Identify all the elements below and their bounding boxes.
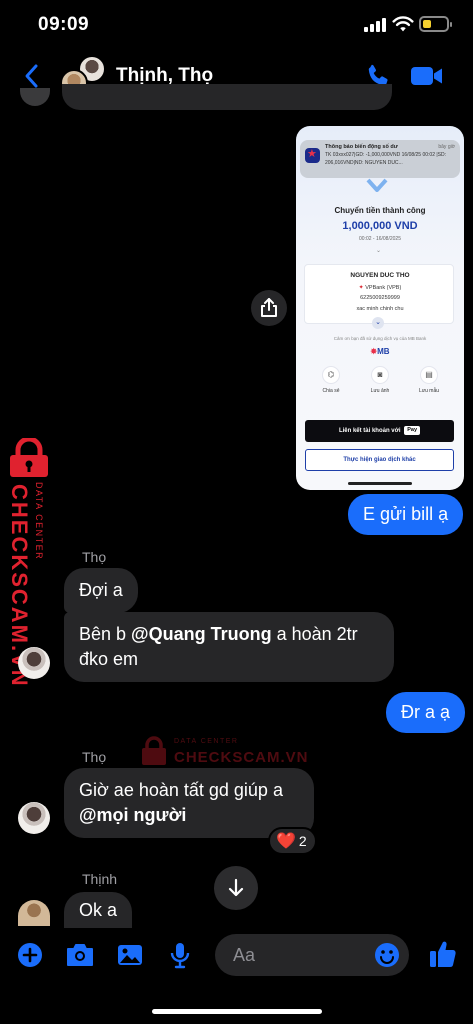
wifi-icon [392,16,414,32]
payee-note: xac minh chinh chu [356,306,404,312]
mention-tag[interactable]: @Quang Truong [131,624,272,644]
message-bubble-incoming[interactable]: Bên b @Quang Truong a hoàn 2tr đko em [64,612,394,682]
input-placeholder: Aa [233,945,256,965]
share-button[interactable] [251,290,287,326]
scroll-to-bottom-button[interactable] [214,866,258,910]
battery-level [423,20,431,28]
sender-name: Thịnh [82,871,118,887]
emoji-icon[interactable] [373,941,401,969]
payee-name: NGUYEN DUC THO [350,272,410,279]
payee-account: 6225009259999 [360,295,400,301]
save-template-icon: ▤ [420,366,438,384]
avatar[interactable] [18,647,50,679]
message-text: a hoàn 2tr [271,624,358,644]
chevron-down-icon: ⌄ [376,248,382,254]
action-save-template: ▤ Lưu mẫu [404,366,454,394]
heart-icon: ❤️ [276,833,296,850]
home-indicator [152,1009,322,1014]
camera-icon[interactable] [65,941,95,969]
mb-bank-app-icon [305,147,320,163]
thumbs-up-icon[interactable] [428,938,458,970]
watermark-brand: CHECKSCAM.VN [7,484,32,688]
back-icon[interactable] [20,62,44,90]
other-transaction-button: Thực hiện giao dịch khác [305,449,454,471]
sender-name: Thọ [82,549,107,565]
camera-icon: ◙ [371,366,389,384]
notification-title: Thông báo biến động số dư [325,144,398,150]
message-bubble-partial[interactable] [62,84,392,110]
avatar [20,88,50,106]
arrow-down-icon [228,878,244,897]
payee-bank: ✦ VPBank (VPB) [358,285,402,291]
watermark-center: DATA CENTER CHECKSCAM.VN [140,734,308,770]
message-bubble-outgoing[interactable]: Đr a ạ [386,692,466,733]
watermark-lock-icon [10,438,48,477]
message-composer: Aa [0,928,473,984]
message-input[interactable]: Aa [215,934,409,976]
vpbank-icon: ✦ [358,285,364,291]
avatar[interactable] [18,900,50,926]
message-text: Bên b [79,624,132,644]
success-title: Chuyển tiền thành công [334,206,426,215]
signal-icon [364,18,386,32]
video-call-icon[interactable] [410,64,444,88]
microphone-icon[interactable] [166,941,194,969]
sender-name: Thọ [82,749,107,765]
bank-notification: Thông báo biến động số dư bây giờ TK 03x… [300,140,460,178]
notification-time: bây giờ [438,144,455,150]
notification-body: TK 03xxx027|GD: -1,000,000VND 16/08/25 0… [325,152,447,166]
watermark-lock-icon [142,736,166,765]
share-icon: ⌬ [322,366,340,384]
status-bar: 09:09 [0,0,473,52]
message-bubble-incoming[interactable]: Ok a [64,892,133,928]
mention-tag[interactable]: @mọi người [79,805,186,825]
mb-brand: ✸MB [370,347,390,356]
transfer-datetime: 00:02 - 16/08/2025 [359,236,401,242]
status-time: 09:09 [38,14,90,35]
message-bubble-outgoing[interactable]: E gửi bill ạ [348,494,464,535]
thanks-text: Cảm ơn bạn đã sử dụng dịch vụ của MB Ban… [333,336,427,341]
action-save-image: ◙ Lưu ảnh [355,366,405,394]
avatar[interactable] [18,802,50,834]
gallery-icon[interactable] [116,941,144,969]
home-indicator [348,482,412,485]
apple-pay-badge: Pay [404,425,421,435]
link-account-button: Liên kết tài khoản với Pay [305,420,454,442]
mb-logo-icon [366,178,388,192]
action-share: ⌬ Chia sẻ [306,366,356,394]
transfer-amount: 1,000,000 VND [342,220,418,232]
message-text: Giờ ae hoàn tất gd giúp a [79,780,283,800]
watermark-sub: DATA CENTER [34,482,44,561]
payee-card: NGUYEN DUC THO ✦ VPBank (VPB) 6225009259… [304,264,454,324]
plus-icon[interactable] [16,941,44,969]
share-icon [261,298,277,317]
receipt-image[interactable]: Thông báo biến động số dư bây giờ TK 03x… [296,126,464,490]
message-bubble-incoming[interactable]: Đợi a [64,568,138,613]
reaction-badge[interactable]: ❤️ 2 [268,827,317,855]
message-text: đko em [79,649,139,669]
expand-icon: ⌄ [372,317,384,329]
reaction-count: 2 [298,833,307,849]
battery-icon [419,16,452,32]
